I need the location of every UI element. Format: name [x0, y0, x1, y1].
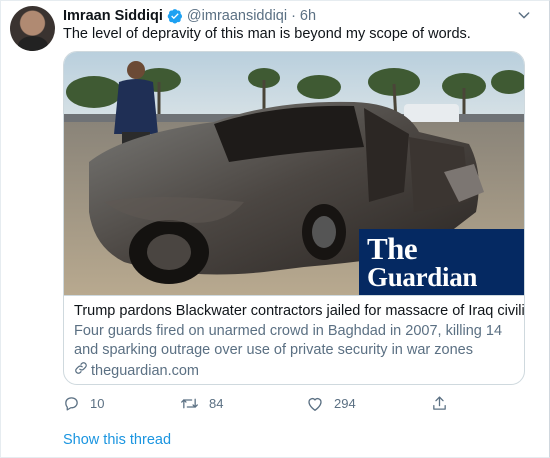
retweet-icon: [180, 395, 199, 412]
reply-count: 10: [90, 396, 105, 411]
verified-badge-icon: [167, 8, 183, 24]
tweet-container[interactable]: Imraan Siddiqi @imraansiddiqi · 6h The l…: [0, 0, 550, 458]
caret-down-icon[interactable]: [513, 4, 535, 26]
like-button[interactable]: 294: [306, 395, 356, 412]
retweet-button[interactable]: 84: [180, 395, 223, 412]
guardian-logo-line1: The: [367, 231, 418, 266]
guardian-logo-line2: Guardian: [367, 262, 478, 292]
separator-dot: ·: [291, 8, 296, 24]
reply-button[interactable]: 10: [63, 395, 104, 412]
show-thread-link[interactable]: Show this thread: [63, 432, 171, 448]
retweet-count: 84: [209, 396, 224, 411]
handle[interactable]: @imraansiddiqi: [187, 8, 287, 24]
avatar[interactable]: [10, 6, 55, 51]
card-domain-text: theguardian.com: [91, 362, 200, 379]
card-body[interactable]: Trump pardons Blackwater contractors jai…: [64, 295, 524, 384]
link-icon: [74, 361, 88, 381]
display-name[interactable]: Imraan Siddiqi: [63, 8, 163, 24]
reply-icon: [63, 395, 80, 412]
share-icon: [431, 395, 448, 412]
like-count: 294: [334, 396, 356, 411]
card-title[interactable]: Trump pardons Blackwater contractors jai…: [74, 302, 524, 321]
timestamp[interactable]: 6h: [300, 8, 316, 24]
link-card[interactable]: The Guardian Trump pardons Blackwater co…: [63, 51, 525, 385]
card-domain[interactable]: theguardian.com: [74, 361, 514, 381]
card-image[interactable]: The Guardian: [64, 52, 524, 295]
tweet-header: Imraan Siddiqi @imraansiddiqi · 6h: [63, 6, 316, 26]
share-button[interactable]: [431, 395, 448, 412]
guardian-logo: The Guardian: [359, 229, 524, 295]
like-icon: [306, 395, 324, 412]
card-description: Four guards fired on unarmed crowd in Ba…: [74, 323, 503, 358]
tweet-actions: 10 84 294: [63, 395, 503, 415]
tweet-text: The level of depravity of this man is be…: [63, 26, 471, 42]
